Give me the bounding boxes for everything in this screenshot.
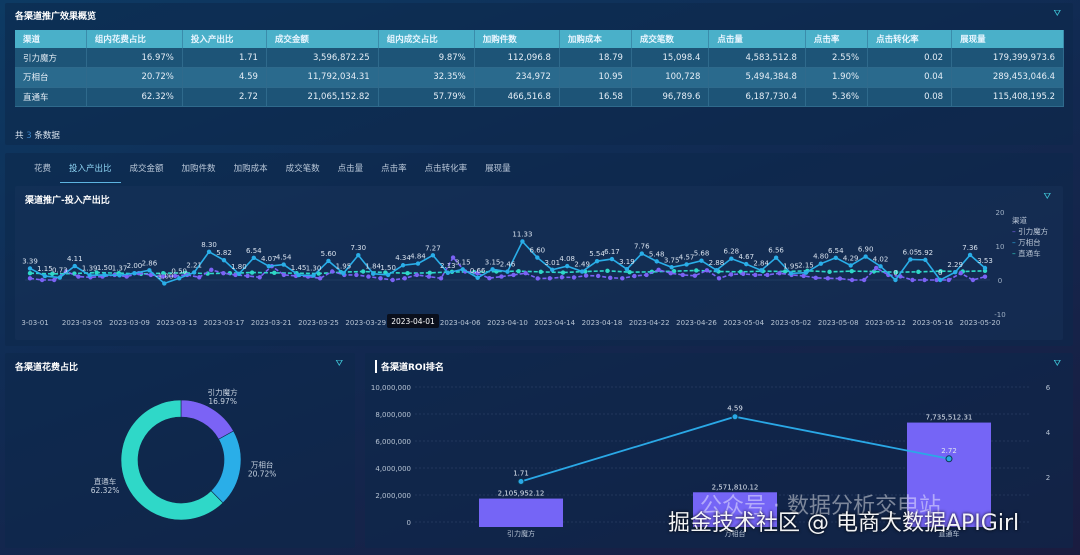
tab-8[interactable]: 点击转化率 (416, 162, 477, 183)
overview-title: 各渠道推广效果概览 (15, 12, 97, 22)
tab-4[interactable]: 加购成本 (225, 162, 277, 183)
table-footer: 共 3 条数据 (15, 131, 60, 141)
spend-share-panel: 各渠道花费占比 ⛛ (5, 353, 355, 548)
table-cell: 1.71 (182, 48, 267, 68)
table-cell: 2.55% (805, 48, 869, 68)
filter-icon[interactable]: ⛛ (1053, 9, 1061, 19)
metric-tabs: 花费 投入产出比 成交金额 加购件数 加购成本 成交笔数 点击量 点击率 点击转化率 展现量 (25, 162, 520, 183)
table-cell: 5,494,384.8 (708, 67, 806, 88)
table-cell: 16.58 (559, 87, 632, 107)
table-cell: 3,596,872.25 (266, 48, 379, 68)
filter-icon[interactable]: ⛛ (1053, 359, 1061, 369)
column-header[interactable]: 点击率 (805, 30, 869, 48)
tab-2[interactable]: 成交金额 (121, 162, 173, 183)
column-header[interactable]: 点击量 (708, 30, 806, 48)
legend-item[interactable]: – 引力魔方 (1012, 226, 1048, 237)
watermark: 掘金技术社区 @ 电商大数据APIGirl (668, 511, 1020, 536)
table-cell: 62.32% (86, 87, 183, 107)
table-cell: 0.02 (867, 48, 953, 68)
legend-item[interactable]: – 万相台 (1012, 237, 1048, 248)
table-cell: 16.97% (86, 48, 183, 68)
table-cell: 179,399,973.6 (951, 48, 1064, 68)
column-header[interactable]: 投入产出比 (182, 30, 267, 48)
table-cell: 32.35% (378, 67, 475, 88)
column-header[interactable]: 点击转化率 (867, 30, 953, 48)
table-cell: 万相台 (15, 67, 87, 88)
column-header[interactable]: 展现量 (951, 30, 1064, 48)
table-cell: 15,098.4 (631, 48, 710, 68)
table-cell: 0.04 (867, 67, 953, 88)
table-cell: 115,408,195.2 (951, 87, 1064, 107)
tab-1[interactable]: 投入产出比 (60, 162, 121, 183)
column-header[interactable]: 组内成交占比 (378, 30, 475, 48)
table-cell: 0.08 (867, 87, 953, 107)
table-cell: 289,453,046.4 (951, 67, 1064, 88)
tab-9[interactable]: 展现量 (476, 162, 520, 183)
column-header[interactable]: 成交金额 (266, 30, 379, 48)
table-cell: 234,972 (474, 67, 560, 88)
table-cell: 10.95 (559, 67, 632, 88)
table-cell: 直通车 (15, 87, 87, 107)
table-cell: 466,516.8 (474, 87, 560, 107)
table-cell: 5.36% (805, 87, 869, 107)
column-header[interactable]: 渠道 (15, 30, 87, 48)
overview-table: 渠道 组内花费占比 投入产出比 成交金额 组内成交占比 加购件数 加购成本 成交笔数 点击量 点击… (15, 30, 1064, 107)
line-legend: 渠道 – 引力魔方 – 万相台 – 直通车 (1012, 216, 1049, 259)
pie-title: 各渠道花费占比 (15, 363, 79, 373)
table-row: 直通车 62.32% 2.72 21,065,152.82 57.79% 466,516.… (15, 87, 1064, 107)
table-cell: 96,789.6 (631, 87, 710, 107)
table-cell: 1.90% (805, 67, 869, 88)
legend-item[interactable]: – 直通车 (1012, 248, 1048, 259)
table-cell: 112,096.8 (474, 48, 560, 68)
column-header[interactable]: 组内花费占比 (86, 30, 183, 48)
column-header[interactable]: 加购件数 (474, 30, 560, 48)
table-cell: 4.59 (182, 67, 267, 88)
table-row: 万相台 20.72% 4.59 11,792,034.31 32.35% 234,972 1… (15, 67, 1064, 88)
trend-chart-title: 渠道推广-投入产出比 (25, 196, 110, 206)
table-cell: 6,187,730.4 (708, 87, 806, 107)
table-cell: 21,065,152.82 (266, 87, 379, 107)
table-cell: 57.79% (378, 87, 475, 107)
roi-title: 各渠道ROI排名 (375, 360, 444, 373)
record-count: 3 (26, 131, 32, 141)
table-cell: 18.79 (559, 48, 632, 68)
tab-0[interactable]: 花费 (25, 162, 60, 183)
trend-chart-card: 渠道推广-投入产出比 ⛛ (15, 186, 1063, 340)
table-cell: 2.72 (182, 87, 267, 107)
table-cell: 9.87% (378, 48, 475, 68)
column-header[interactable]: 加购成本 (559, 30, 632, 48)
tab-3[interactable]: 加购件数 (173, 162, 225, 183)
table-cell: 引力魔方 (15, 48, 87, 68)
filter-icon[interactable]: ⛛ (1043, 192, 1051, 202)
table-row: 引力魔方 16.97% 1.71 3,596,872.25 9.87% 112,096.8… (15, 48, 1064, 68)
tab-5[interactable]: 成交笔数 (277, 162, 329, 183)
table-cell: 11,792,034.31 (266, 67, 379, 88)
table-cell: 4,583,512.8 (708, 48, 806, 68)
table-cell: 100,728 (631, 67, 710, 88)
column-header[interactable]: 成交笔数 (631, 30, 710, 48)
tab-7[interactable]: 点击率 (372, 162, 416, 183)
filter-icon[interactable]: ⛛ (335, 359, 343, 369)
tab-6[interactable]: 点击量 (329, 162, 373, 183)
table-cell: 20.72% (86, 67, 183, 88)
